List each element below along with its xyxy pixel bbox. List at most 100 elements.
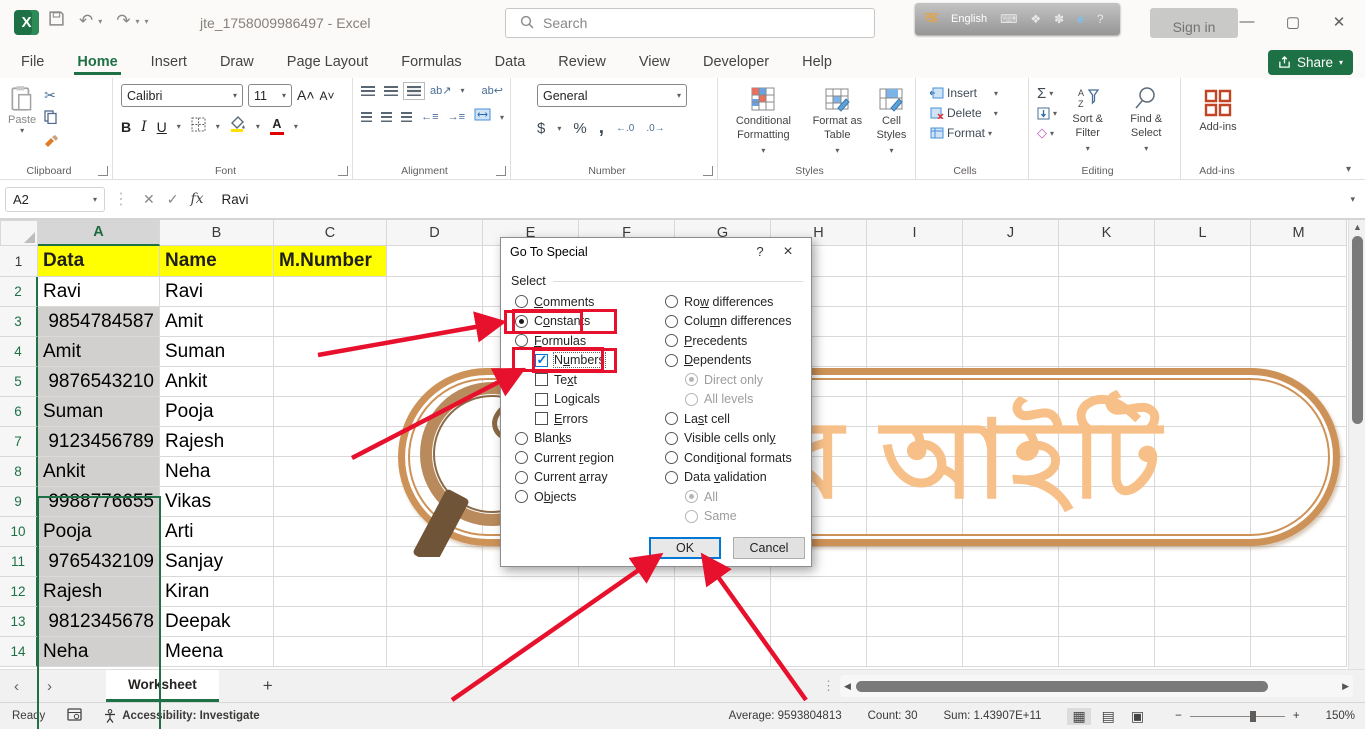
fill-color-dropdown-icon[interactable]: ▾: [256, 122, 260, 131]
cell-B9[interactable]: Vikas: [160, 487, 274, 517]
cell-M14[interactable]: [1251, 637, 1347, 667]
cell-I13[interactable]: [867, 607, 963, 637]
fill-color-icon[interactable]: [230, 116, 246, 137]
undo-icon[interactable]: ↶: [79, 11, 93, 31]
undo-dropdown-icon[interactable]: ▾: [98, 17, 102, 26]
comma-format-icon[interactable]: ,: [599, 117, 604, 139]
horizontal-scrollbar[interactable]: ⋮ ◀ ▶: [840, 675, 1353, 697]
underline-button[interactable]: U: [157, 119, 167, 135]
select-all-corner[interactable]: [0, 220, 38, 246]
accessibility-status[interactable]: Accessibility: Investigate: [122, 710, 259, 722]
zoom-slider[interactable]: [1190, 716, 1285, 717]
cell-A3[interactable]: 9854784587: [38, 307, 160, 337]
goto-option-numbers[interactable]: Numbers: [535, 351, 614, 371]
fill-down-icon[interactable]: ▾: [1037, 107, 1057, 120]
row-header-7[interactable]: 7: [0, 427, 38, 457]
cell-B10[interactable]: Arti: [160, 517, 274, 547]
align-right-icon[interactable]: [401, 112, 412, 122]
column-header-J[interactable]: J: [963, 220, 1059, 246]
cell-B7[interactable]: Rajesh: [160, 427, 274, 457]
cell-K7[interactable]: [1059, 427, 1155, 457]
cell-A6[interactable]: Suman: [38, 397, 160, 427]
cell-A9[interactable]: 9988776655: [38, 487, 160, 517]
cell-L14[interactable]: [1155, 637, 1251, 667]
cell-L9[interactable]: [1155, 487, 1251, 517]
page-layout-view-icon[interactable]: ▤: [1097, 708, 1120, 725]
tab-data[interactable]: Data: [492, 49, 529, 75]
cell-C8[interactable]: [274, 457, 387, 487]
cell-J9[interactable]: [963, 487, 1059, 517]
ime-icon[interactable]: ❖: [1030, 12, 1041, 26]
goto-option-errors[interactable]: Errors: [535, 409, 614, 429]
font-color-icon[interactable]: A: [270, 118, 284, 135]
cell-C2[interactable]: [274, 277, 387, 307]
row-header-11[interactable]: 11: [0, 547, 38, 577]
cell-K6[interactable]: [1059, 397, 1155, 427]
cell-H14[interactable]: [771, 637, 867, 667]
sign-in-button[interactable]: Sign in: [1150, 8, 1238, 38]
cell-D1[interactable]: [387, 246, 483, 277]
cell-I12[interactable]: [867, 577, 963, 607]
cell-L10[interactable]: [1155, 517, 1251, 547]
cell-C13[interactable]: [274, 607, 387, 637]
cell-M5[interactable]: [1251, 367, 1347, 397]
language-label[interactable]: English: [951, 13, 987, 25]
search-box[interactable]: Search: [505, 8, 875, 38]
cell-H13[interactable]: [771, 607, 867, 637]
cell-A8[interactable]: Ankit: [38, 457, 160, 487]
radio-current-region-icon[interactable]: [515, 451, 528, 464]
bold-button[interactable]: B: [121, 119, 131, 135]
cell-C9[interactable]: [274, 487, 387, 517]
cell-G12[interactable]: [675, 577, 771, 607]
cell-D11[interactable]: [387, 547, 483, 577]
next-sheet-icon[interactable]: ›: [33, 678, 66, 695]
cell-L3[interactable]: [1155, 307, 1251, 337]
goto-option-logicals[interactable]: Logicals: [535, 390, 614, 410]
row-header-4[interactable]: 4: [0, 337, 38, 367]
cell-I4[interactable]: [867, 337, 963, 367]
goto-option-objects[interactable]: Objects: [515, 487, 614, 507]
cell-J10[interactable]: [963, 517, 1059, 547]
row-header-10[interactable]: 10: [0, 517, 38, 547]
column-header-B[interactable]: B: [160, 220, 274, 246]
row-header-13[interactable]: 13: [0, 607, 38, 637]
zoom-in-icon[interactable]: +: [1293, 710, 1300, 722]
page-break-view-icon[interactable]: ▣: [1126, 708, 1149, 725]
goto-option-comments[interactable]: Comments: [515, 292, 614, 312]
radio-data-validation-icon[interactable]: [665, 471, 678, 484]
cell-B13[interactable]: Deepak: [160, 607, 274, 637]
cell-D9[interactable]: [387, 487, 483, 517]
align-top-icon[interactable]: [361, 86, 375, 96]
share-button[interactable]: Share▾: [1268, 50, 1353, 75]
keyboard-icon[interactable]: ⌨: [1000, 12, 1017, 26]
column-header-M[interactable]: M: [1251, 220, 1347, 246]
radio-blanks-icon[interactable]: [515, 432, 528, 445]
close-button[interactable]: ✕: [1329, 13, 1349, 31]
row-header-6[interactable]: 6: [0, 397, 38, 427]
prev-sheet-icon[interactable]: ‹: [0, 678, 33, 695]
cell-J2[interactable]: [963, 277, 1059, 307]
zoom-level[interactable]: 150%: [1326, 710, 1355, 722]
name-box[interactable]: A2▾: [5, 187, 105, 212]
cell-B8[interactable]: Neha: [160, 457, 274, 487]
sort-filter-button[interactable]: AZ Sort & Filter▾: [1063, 84, 1112, 154]
row-header-12[interactable]: 12: [0, 577, 38, 607]
cell-C5[interactable]: [274, 367, 387, 397]
format-as-table-button[interactable]: Format as Table▾: [811, 86, 864, 156]
tab-home[interactable]: Home: [74, 49, 120, 75]
cell-D10[interactable]: [387, 517, 483, 547]
cell-styles-button[interactable]: Cell Styles▾: [874, 86, 909, 156]
customize-toolbar-icon[interactable]: ▾: [145, 17, 149, 26]
format-cells-button[interactable]: Format▾: [930, 126, 1022, 140]
increase-indent-icon[interactable]: →≡: [448, 111, 465, 123]
tab-draw[interactable]: Draw: [217, 49, 257, 75]
radio-objects-icon[interactable]: [515, 490, 528, 503]
goto-option-constants[interactable]: Constants: [515, 312, 614, 332]
orientation-icon[interactable]: ab↗: [430, 84, 451, 97]
cell-L2[interactable]: [1155, 277, 1251, 307]
cell-M13[interactable]: [1251, 607, 1347, 637]
cell-I10[interactable]: [867, 517, 963, 547]
redo-icon[interactable]: ↷: [116, 11, 130, 31]
cell-G14[interactable]: [675, 637, 771, 667]
cell-D3[interactable]: [387, 307, 483, 337]
